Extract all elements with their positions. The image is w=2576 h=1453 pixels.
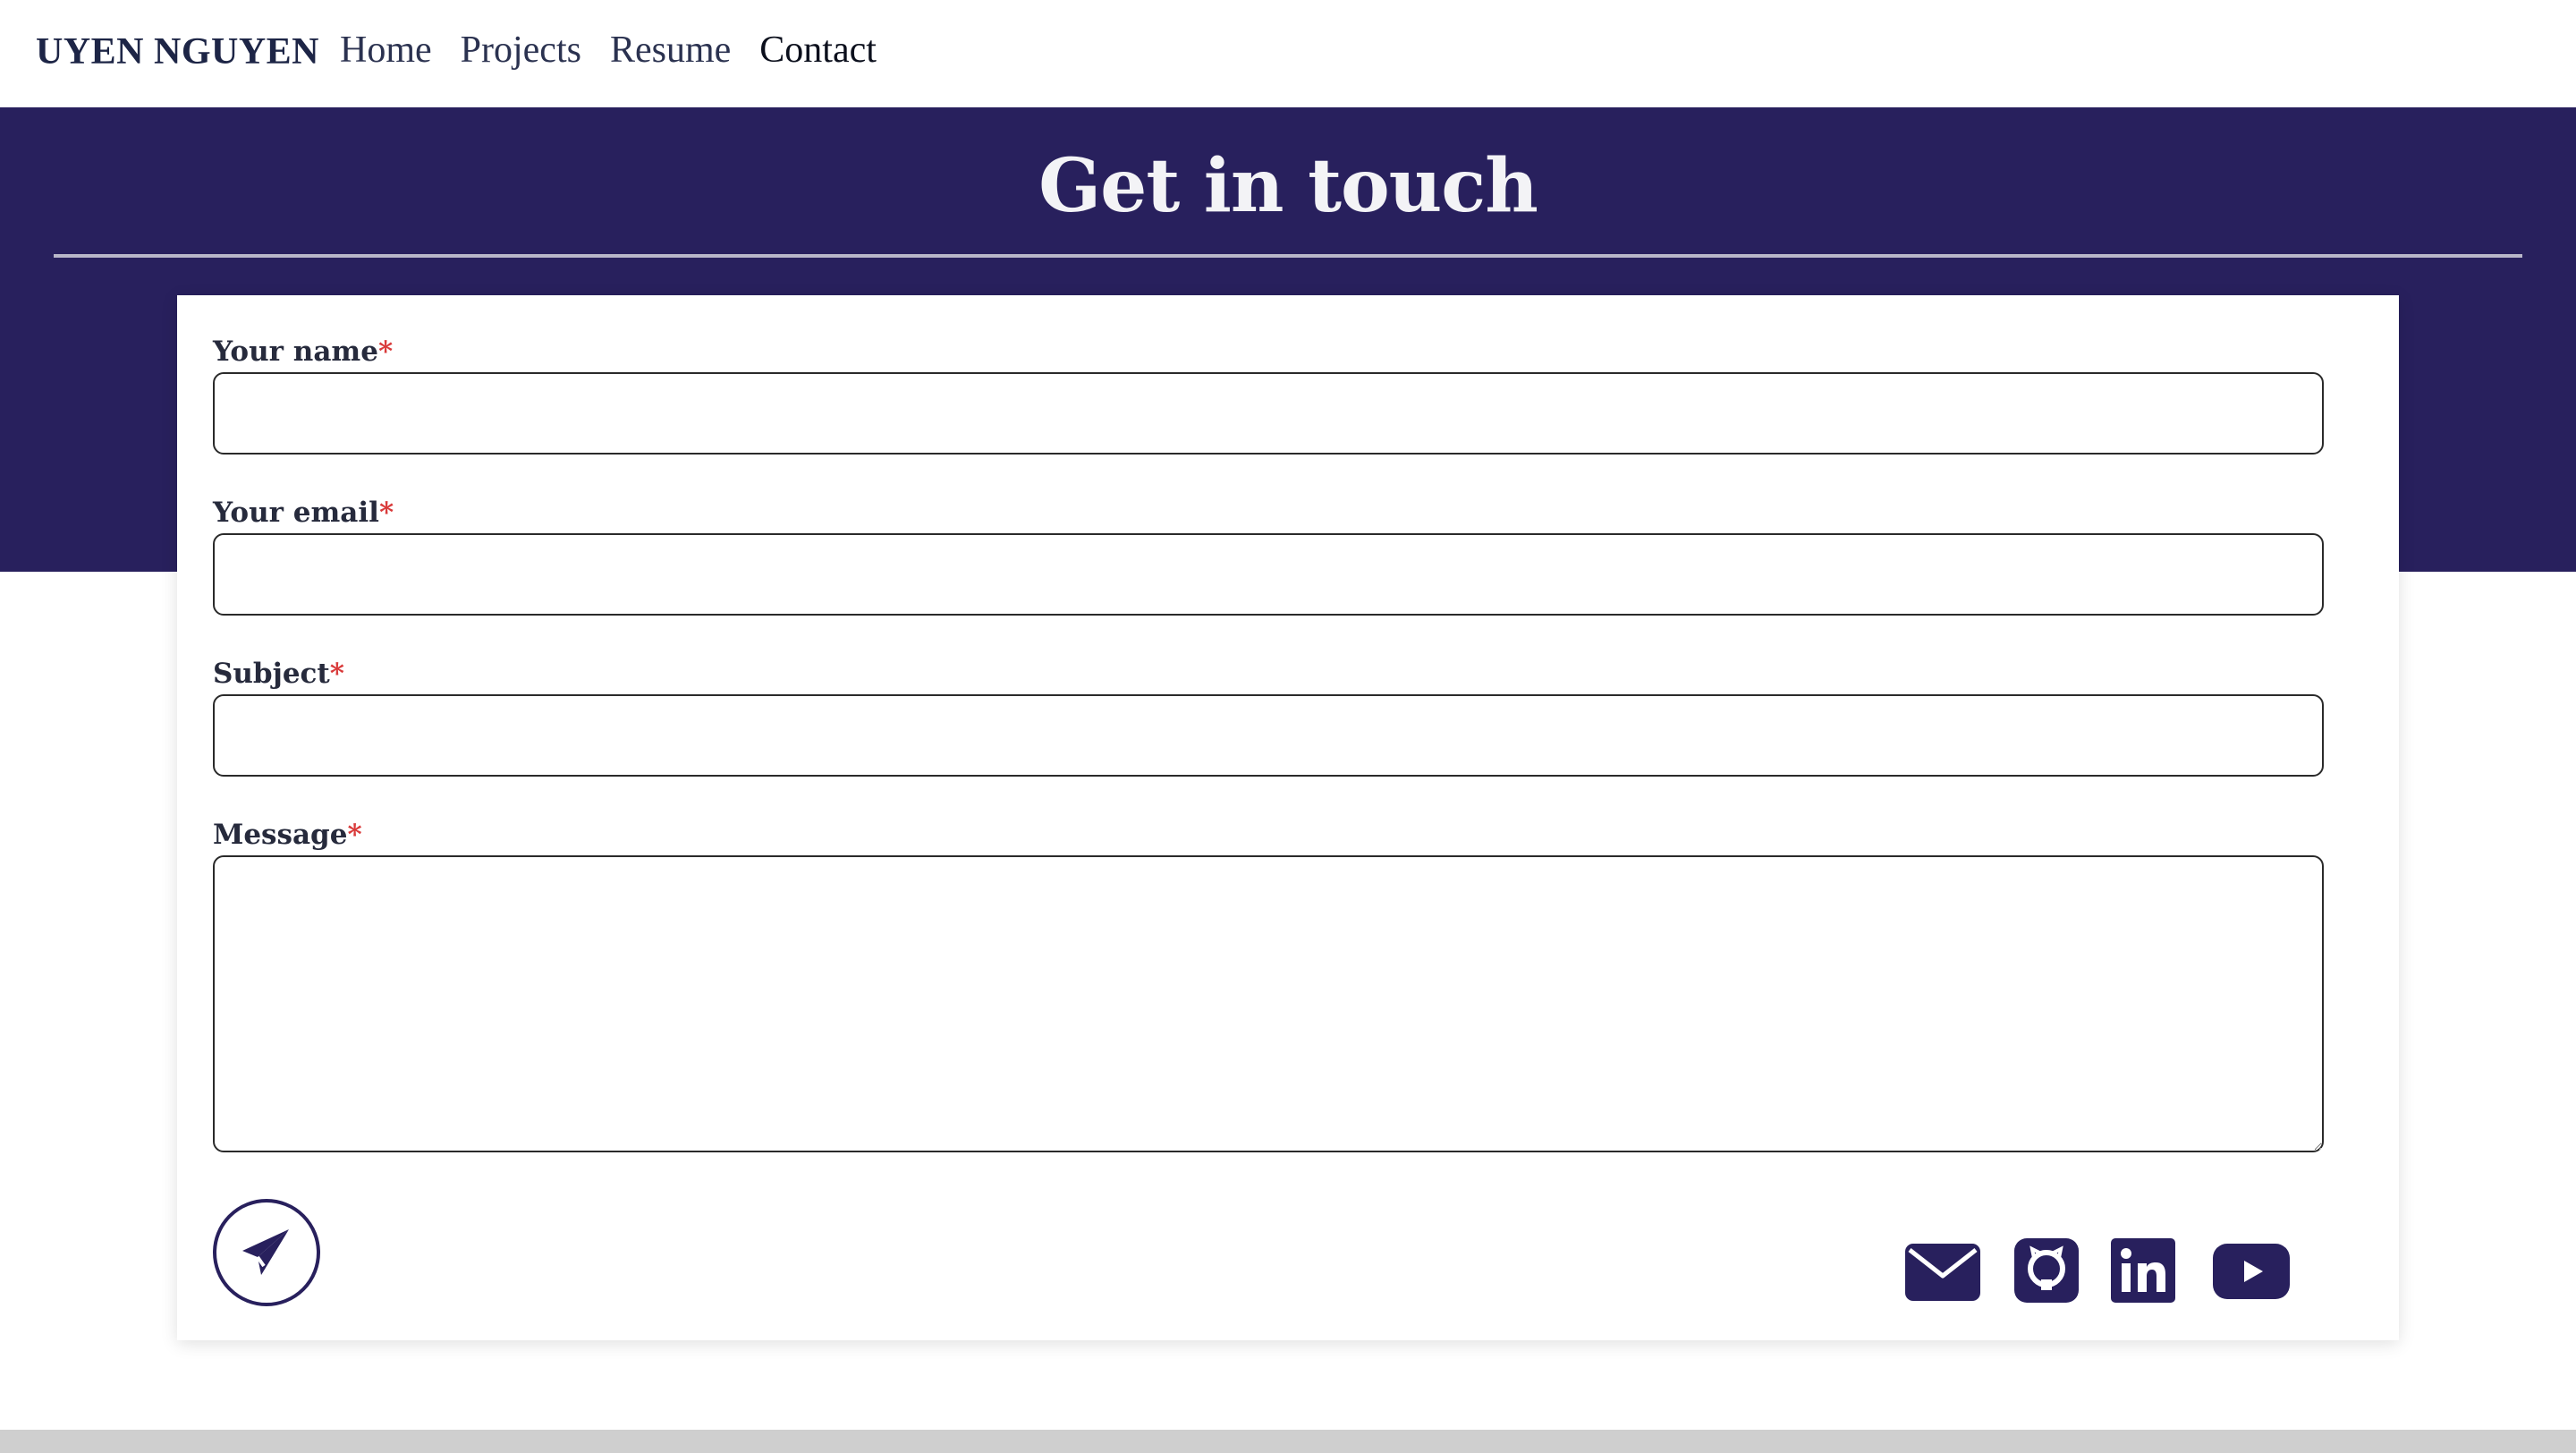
send-button[interactable] bbox=[213, 1199, 320, 1306]
linkedin-link[interactable] bbox=[2111, 1238, 2175, 1306]
linkedin-icon bbox=[2111, 1238, 2175, 1306]
email-link[interactable] bbox=[1905, 1244, 1980, 1304]
message-textarea[interactable] bbox=[213, 855, 2324, 1152]
email-label: Your email* bbox=[213, 497, 394, 529]
required-asterisk: * bbox=[329, 658, 344, 690]
nav-link-resume[interactable]: Resume bbox=[610, 29, 731, 72]
contact-form-card: Your name* Your email* Subject* Message* bbox=[177, 295, 2399, 1340]
name-field-group: Your name* bbox=[213, 333, 2324, 455]
footer-bar bbox=[0, 1430, 2576, 1453]
youtube-link[interactable] bbox=[2213, 1244, 2290, 1303]
message-label: Message* bbox=[213, 819, 362, 851]
required-asterisk: * bbox=[378, 497, 394, 529]
required-asterisk: * bbox=[347, 819, 362, 851]
email-field-group: Your email* bbox=[213, 494, 2324, 616]
envelope-icon bbox=[1905, 1244, 1980, 1304]
github-link[interactable] bbox=[2014, 1238, 2079, 1306]
github-icon bbox=[2014, 1238, 2079, 1306]
required-asterisk: * bbox=[377, 336, 394, 368]
paper-plane-icon bbox=[238, 1223, 295, 1283]
top-navbar: UYEN NGUYEN Home Projects Resume Contact bbox=[0, 0, 2576, 107]
nav-link-contact[interactable]: Contact bbox=[759, 29, 877, 72]
nav-links: Home Projects Resume Contact bbox=[340, 29, 877, 72]
youtube-icon bbox=[2213, 1244, 2290, 1303]
subject-input[interactable] bbox=[213, 694, 2324, 777]
name-label: Your name* bbox=[213, 336, 394, 368]
nav-link-home[interactable]: Home bbox=[340, 29, 432, 72]
brand-logo-link[interactable]: UYEN NGUYEN bbox=[36, 30, 319, 73]
subject-field-group: Subject* bbox=[213, 655, 2324, 777]
name-input[interactable] bbox=[213, 372, 2324, 455]
subject-label: Subject* bbox=[213, 658, 344, 690]
message-field-group: Message* bbox=[213, 816, 2324, 1152]
email-input[interactable] bbox=[213, 533, 2324, 616]
title-divider bbox=[54, 254, 2522, 258]
nav-link-projects[interactable]: Projects bbox=[461, 29, 581, 72]
page-title: Get in touch bbox=[1038, 143, 1538, 229]
